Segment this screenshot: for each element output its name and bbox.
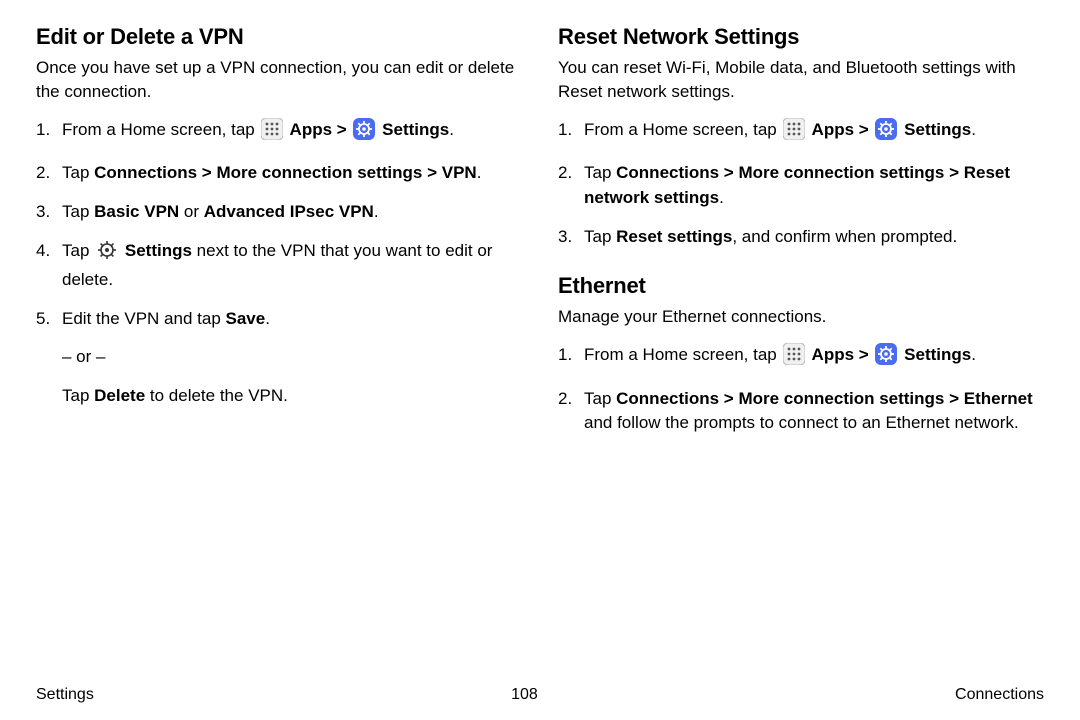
apps-icon bbox=[783, 118, 805, 148]
heading-edit-delete-vpn: Edit or Delete a VPN bbox=[36, 24, 522, 50]
step-3: Tap Reset settings, and confirm when pro… bbox=[558, 225, 1044, 250]
settings-icon bbox=[875, 343, 897, 373]
step-4: Tap Settings next to the VPN that you wa… bbox=[36, 239, 522, 293]
page-footer: Settings 108 Connections bbox=[36, 686, 1044, 704]
or-divider: – or – bbox=[36, 345, 522, 370]
settings-icon bbox=[875, 118, 897, 148]
heading-ethernet: Ethernet bbox=[558, 273, 1044, 299]
apps-icon bbox=[783, 343, 805, 373]
step-1: From a Home screen, tap Apps > Settings. bbox=[558, 343, 1044, 373]
step-1: From a Home screen, tap Apps > Settings. bbox=[36, 118, 522, 148]
section-reset-network: Reset Network Settings You can reset Wi-… bbox=[558, 24, 1044, 249]
section-ethernet: Ethernet Manage your Ethernet connection… bbox=[558, 273, 1044, 436]
step-2: Tap Connections > More connection settin… bbox=[558, 161, 1044, 210]
settings-icon bbox=[353, 118, 375, 148]
right-column: Reset Network Settings You can reset Wi-… bbox=[558, 24, 1044, 460]
left-column: Edit or Delete a VPN Once you have set u… bbox=[36, 24, 522, 460]
intro-text: Manage your Ethernet connections. bbox=[558, 305, 1044, 329]
gear-icon bbox=[96, 239, 118, 269]
step-1: From a Home screen, tap Apps > Settings. bbox=[558, 118, 1044, 148]
step-5-alt: Tap Delete to delete the VPN. bbox=[36, 384, 522, 409]
footer-left: Settings bbox=[36, 686, 94, 704]
step-2: Tap Connections > More connection settin… bbox=[558, 387, 1044, 436]
footer-right: Connections bbox=[955, 686, 1044, 704]
intro-text: You can reset Wi-Fi, Mobile data, and Bl… bbox=[558, 56, 1044, 104]
step-2: Tap Connections > More connection settin… bbox=[36, 161, 522, 186]
intro-text: Once you have set up a VPN connection, y… bbox=[36, 56, 522, 104]
step-5: Edit the VPN and tap Save. bbox=[36, 307, 522, 332]
apps-icon bbox=[261, 118, 283, 148]
footer-page-number: 108 bbox=[511, 686, 538, 704]
heading-reset-network: Reset Network Settings bbox=[558, 24, 1044, 50]
step-3: Tap Basic VPN or Advanced IPsec VPN. bbox=[36, 200, 522, 225]
